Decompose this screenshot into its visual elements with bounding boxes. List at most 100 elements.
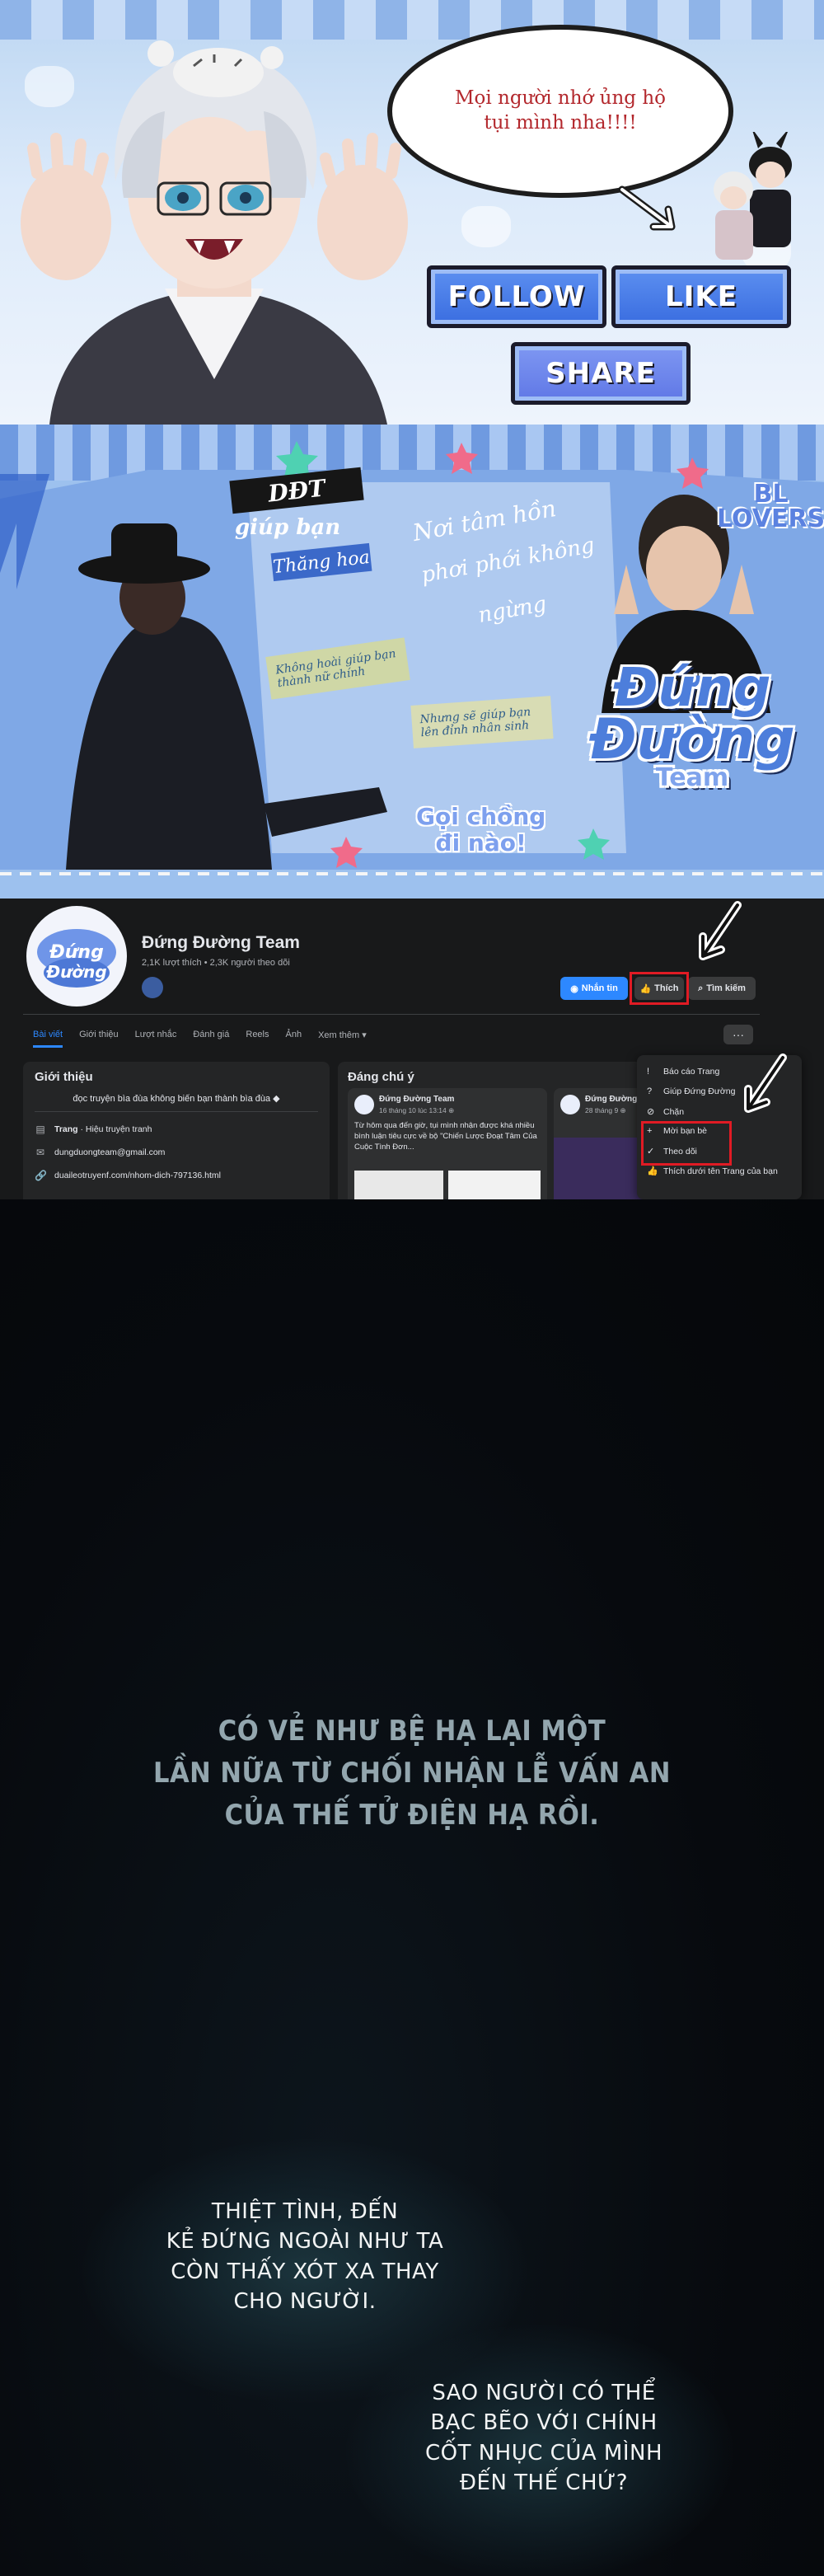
featured-card: Đáng chú ý Đứng Đường Team 16 tháng 10 l…: [338, 1062, 686, 1199]
dialogue-line: SAO NGƯỜI CÓ THỂ: [432, 2381, 656, 2405]
tab-photos[interactable]: Ảnh: [286, 1030, 302, 1039]
intro-category-row: ▤ Trang · Hiệu truyện tranh: [35, 1124, 152, 1135]
tab-posts[interactable]: Bài viết: [33, 1030, 63, 1048]
promo-hero: Mọi người nhớ ủng hộ tụi mình nha!!!! FO…: [0, 0, 824, 425]
narration-box: CÓ VẺ NHƯ BỆ HẠ LẠI MỘT LẦN NỮA TỪ CHỐI …: [0, 1710, 824, 1837]
dialogue-bubble-1: THIỆT TÌNH, ĐẾN KẺ ĐỨNG NGOÀI NHƯ TA CÒN…: [157, 2197, 453, 2317]
tab-reels[interactable]: Reels: [246, 1030, 269, 1039]
menu-label: Báo cáo Trang: [663, 1067, 720, 1077]
menu-label: Giúp Đứng Đường: [663, 1086, 736, 1096]
more-dots-icon: ···: [733, 1028, 744, 1041]
page-stats: 2,1K lượt thích • 2,3K người theo dõi: [142, 958, 290, 968]
page-tabs: Bài viết Giới thiệu Lượt nhắc Đánh giá R…: [33, 1022, 367, 1048]
call-husband-text: Gọi chồng đi nào!: [416, 803, 546, 857]
pointer-arrow-icon: [744, 1053, 787, 1113]
menu-label: Thích dưới tên Trang của bạn: [663, 1166, 778, 1176]
narration-line: LẦN NỮA TỪ CHỐI NHẬN LỄ VẤN AN: [153, 1757, 671, 1790]
post-date: 16 tháng 10 lúc 13:14 ⊕: [379, 1106, 455, 1114]
intro-description: đọc truyện bìa đùa không biến bạn thành …: [73, 1094, 280, 1104]
pointer-arrow-icon: [618, 185, 676, 231]
facebook-page-screenshot: Đứng Đường Đứng Đường Team 2,1K lượt thí…: [0, 899, 824, 1199]
bl-lovers-tag: BL LOVERS: [717, 480, 824, 533]
like-highlight-box: [630, 972, 689, 1005]
call-line2: đi nào!: [435, 829, 527, 857]
share-label: SHARE: [545, 357, 656, 390]
post-text: Từ hôm qua đến giờ, tụi mình nhận được k…: [354, 1121, 537, 1152]
character-illustration: [21, 40, 408, 425]
search-button[interactable]: ⌕ Tìm kiếm: [688, 977, 756, 1000]
mail-icon: ✉: [35, 1147, 45, 1158]
category-text: Trang · Hiệu truyện tranh: [54, 1124, 152, 1134]
share-button[interactable]: SHARE: [511, 342, 691, 405]
like-button[interactable]: LIKE: [611, 265, 791, 328]
post-date: 28 tháng 9 ⊕: [585, 1106, 626, 1114]
team-logo-line2: Đường: [589, 706, 795, 772]
team-logo-icon: Đứng Đường: [37, 929, 116, 988]
like-label: LIKE: [665, 280, 737, 313]
dialogue-line: ĐẾN THẾ CHỨ?: [459, 2470, 629, 2496]
post-author: Đứng Đường: [585, 1095, 638, 1104]
couple-chibi-illustration: [714, 132, 792, 260]
bubble-text: Mọi người nhớ ủng hộ tụi mình nha!!!!: [454, 87, 667, 134]
tab-mentions[interactable]: Lượt nhắc: [135, 1030, 177, 1039]
message-label: Nhắn tin: [581, 983, 618, 993]
tab-about[interactable]: Giới thiệu: [79, 1030, 119, 1039]
dialogue-line: BẠC BẼO VỚI CHÍNH: [430, 2410, 658, 2436]
category-rest: · Hiệu truyện tranh: [77, 1124, 152, 1134]
more-options-button[interactable]: ···: [723, 1025, 753, 1044]
info-icon: ▤: [35, 1124, 45, 1135]
category-bold: Trang: [54, 1124, 78, 1134]
ddt-tag-text: DĐT: [266, 473, 327, 508]
menu-highlight-box: [641, 1121, 732, 1166]
featured-title: Đáng chú ý: [348, 1070, 414, 1084]
manhwa-dark-panel: CÓ VẺ NHƯ BỆ HẠ LẠI MỘT LẦN NỮA TỪ CHỐI …: [0, 1199, 824, 2576]
narration-line: CỦA THẾ TỬ ĐIỆN HẠ RỒI.: [224, 1799, 600, 1832]
help-tag: giúp bạn: [235, 515, 341, 540]
page-avatar[interactable]: Đứng Đường: [23, 903, 130, 1010]
follow-label: FOLLOW: [447, 280, 586, 313]
tab-reviews[interactable]: Đánh giá: [193, 1030, 229, 1039]
help-icon: ?: [647, 1086, 653, 1096]
menu-item-help[interactable]: ? Giúp Đứng Đường: [647, 1086, 735, 1096]
featured-post-1[interactable]: Đứng Đường Team 16 tháng 10 lúc 13:14 ⊕ …: [348, 1088, 547, 1199]
intro-link[interactable]: duaileotruyenf.com/nhom-dich-797136.html: [54, 1171, 221, 1180]
intro-email-row: ✉ dungduongteam@gmail.com: [35, 1147, 165, 1158]
dialogue-line: CHO NGƯỜI.: [233, 2289, 377, 2315]
post-thumbnail: [354, 1171, 443, 1199]
thumbs-up-icon: 👍: [647, 1166, 658, 1176]
post-thumbnail: [448, 1171, 541, 1199]
intro-divider: [35, 1111, 318, 1112]
dialogue-bubble-2: SAO NGƯỜI CÓ THỂ BẠC BẼO VỚI CHÍNH CỐT N…: [396, 2378, 692, 2499]
intro-card: Giới thiệu đọc truyện bìa đùa không biến…: [23, 1062, 330, 1199]
svg-text:Đứng: Đứng: [49, 942, 104, 963]
search-icon: ⌕: [698, 983, 704, 993]
header-divider: [23, 1014, 760, 1015]
messenger-icon: ◉: [570, 983, 578, 994]
post-avatar: [354, 1095, 374, 1114]
menu-label: Chặn: [663, 1106, 685, 1117]
follower-avatar: [142, 977, 163, 998]
menu-item-report[interactable]: ! Báo cáo Trang: [647, 1067, 719, 1077]
message-button[interactable]: ◉ Nhắn tin: [560, 977, 628, 1000]
intro-email[interactable]: dungduongteam@gmail.com: [54, 1147, 165, 1157]
page-title: Đứng Đường Team: [142, 933, 300, 952]
team-logo: Đứng Đường Team: [560, 662, 824, 828]
menu-item-block[interactable]: ⊘ Chặn: [647, 1106, 685, 1118]
post-avatar: [560, 1095, 580, 1114]
speech-bubble: Mọi người nhớ ủng hộ tụi mình nha!!!!: [387, 25, 733, 198]
intro-title: Giới thiệu: [35, 1070, 93, 1084]
report-icon: !: [647, 1067, 650, 1077]
follow-button[interactable]: FOLLOW: [427, 265, 606, 328]
dialogue-line: CÒN THẤY XÓT XA THAY: [171, 2259, 439, 2284]
post-author: Đứng Đường Team: [379, 1095, 455, 1104]
dialogue-line: KẺ ĐỨNG NGOÀI NHƯ TA: [166, 2229, 444, 2255]
dialogue-line: THIỆT TÌNH, ĐẾN: [211, 2199, 399, 2224]
search-label: Tìm kiếm: [706, 983, 746, 993]
link-icon: 🔗: [35, 1170, 47, 1181]
call-line1: Gọi chồng: [416, 803, 546, 830]
menu-item-like-as-page[interactable]: 👍 Thích dưới tên Trang của bạn: [647, 1166, 778, 1177]
pointer-arrow-icon: [699, 901, 742, 960]
svg-text:Đường: Đường: [45, 962, 106, 982]
block-icon: ⊘: [647, 1107, 655, 1117]
tab-see-more[interactable]: Xem thêm ▾: [318, 1030, 367, 1040]
